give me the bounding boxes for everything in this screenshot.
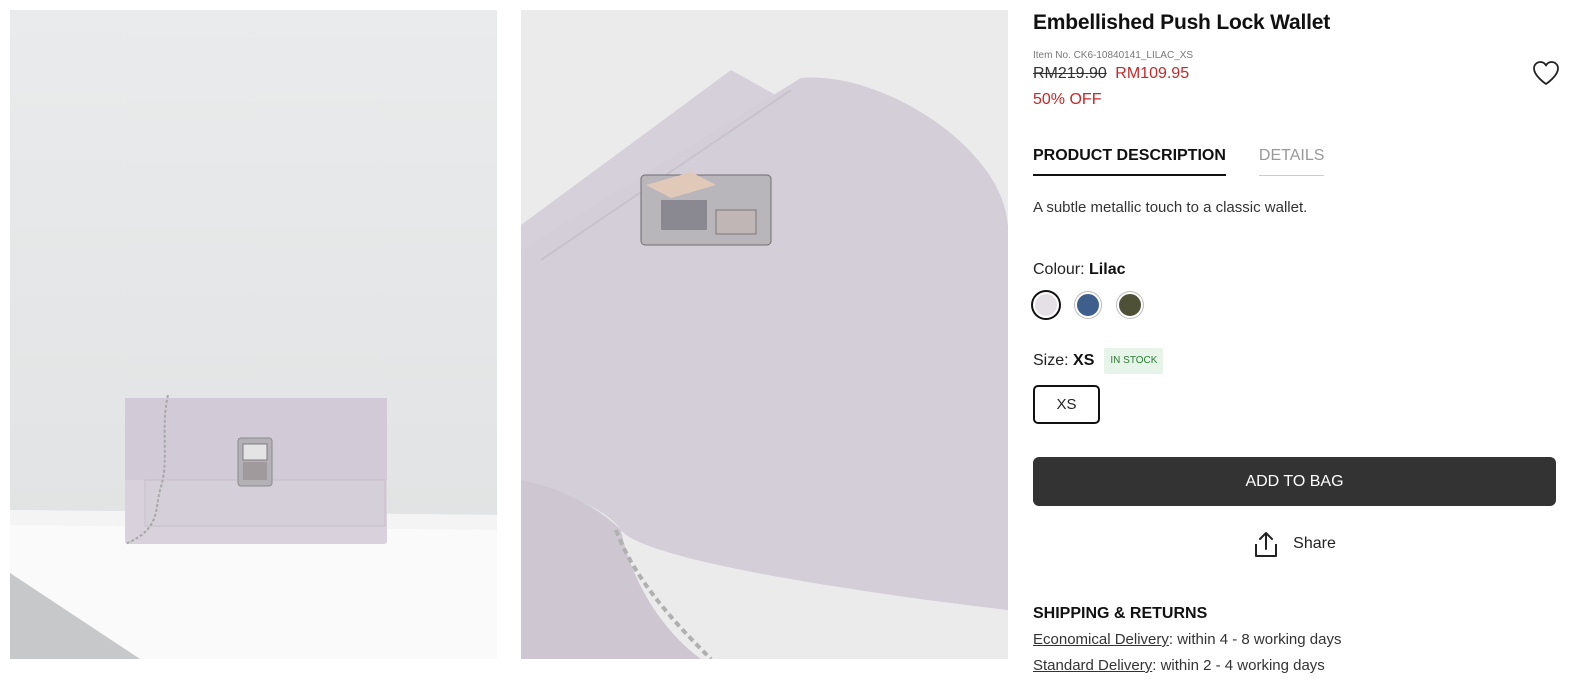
stock-badge: IN STOCK [1104, 348, 1164, 374]
heart-icon [1533, 61, 1559, 85]
shipping-title: SHIPPING & RETURNS [1033, 605, 1208, 622]
colour-swatches [1033, 292, 1558, 318]
swatch-denim-blue[interactable] [1075, 292, 1101, 318]
add-to-bag-button[interactable]: ADD TO BAG [1033, 457, 1556, 506]
price-row: RM219.90 RM109.95 [1033, 64, 1558, 84]
product-description: A subtle metallic touch to a classic wal… [1033, 199, 1308, 216]
tab-details[interactable]: DETAILS [1258, 146, 1325, 176]
shipping-line-standard: Standard Delivery: within 2 - 4 working … [1033, 657, 1325, 674]
product-image-front[interactable] [10, 10, 497, 659]
tab-product-description[interactable]: PRODUCT DESCRIPTION [1033, 146, 1226, 176]
share-button[interactable]: Share [1033, 530, 1556, 558]
product-title: Embellished Push Lock Wallet [1033, 11, 1331, 34]
colour-label-row: Colour: Lilac [1033, 260, 1558, 280]
size-option-xs[interactable]: XS [1033, 385, 1100, 424]
sale-price: RM109.95 [1115, 65, 1190, 82]
size-label: Size: [1033, 352, 1069, 369]
economical-delivery-link[interactable]: Economical Delivery [1033, 631, 1169, 648]
swatch-lilac[interactable] [1033, 292, 1059, 318]
colour-label: Colour: [1033, 261, 1085, 278]
discount-label: 50% OFF [1033, 91, 1102, 108]
colour-selected: Lilac [1089, 261, 1126, 278]
wishlist-button[interactable] [1532, 60, 1560, 86]
size-label-row: Size: XS IN STOCK [1033, 348, 1558, 374]
product-tabs: PRODUCT DESCRIPTION DETAILS [1033, 146, 1558, 176]
shipping-line-economical: Economical Delivery: within 4 - 8 workin… [1033, 631, 1342, 648]
standard-delivery-link[interactable]: Standard Delivery [1033, 657, 1152, 674]
swatch-olive[interactable] [1117, 292, 1143, 318]
item-number: Item No. CK6-10840141_LILAC_XS [1033, 50, 1194, 61]
share-label: Share [1293, 535, 1336, 552]
product-info-panel: Embellished Push Lock Wallet Item No. CK… [1033, 10, 1560, 676]
product-image-closeup[interactable] [521, 10, 1008, 659]
share-icon [1255, 532, 1278, 557]
original-price: RM219.90 [1033, 65, 1107, 82]
size-selected: XS [1073, 352, 1095, 369]
